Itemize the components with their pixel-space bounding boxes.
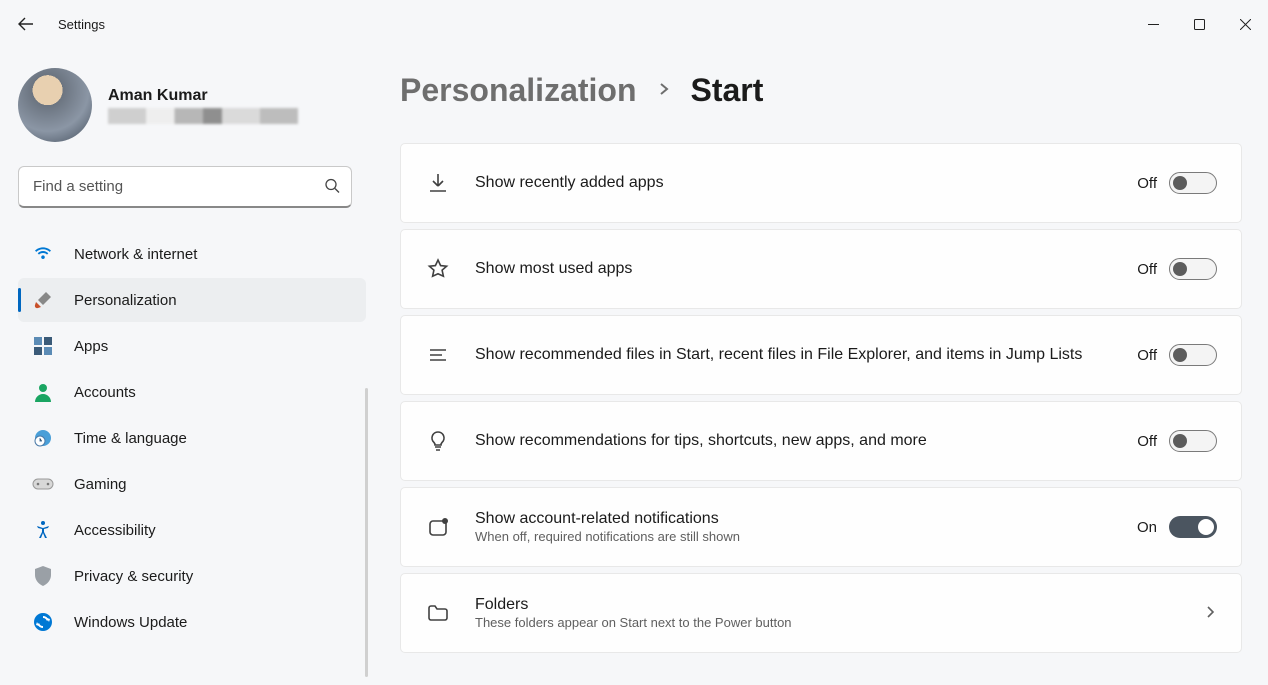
nav-label: Time & language xyxy=(74,430,187,447)
nav-label: Network & internet xyxy=(74,246,197,263)
setting-recently-added-apps[interactable]: Show recently added apps Off xyxy=(400,143,1242,223)
apps-icon xyxy=(32,335,54,357)
setting-title: Folders xyxy=(475,596,1179,614)
nav-label: Gaming xyxy=(74,476,127,493)
toggle-state: Off xyxy=(1137,261,1157,278)
setting-folders[interactable]: Folders These folders appear on Start ne… xyxy=(400,573,1242,653)
nav-label: Accounts xyxy=(74,384,136,401)
clock-globe-icon xyxy=(32,427,54,449)
toggle-state: Off xyxy=(1137,175,1157,192)
maximize-icon xyxy=(1194,19,1205,30)
nav-accessibility[interactable]: Accessibility xyxy=(18,508,366,552)
notification-badge-icon xyxy=(425,514,451,540)
sidebar-scrollbar[interactable] xyxy=(365,388,368,677)
window-controls xyxy=(1130,8,1268,40)
wifi-icon xyxy=(32,243,54,265)
toggle-switch[interactable] xyxy=(1169,258,1217,280)
person-icon xyxy=(32,381,54,403)
nav-personalization[interactable]: Personalization xyxy=(18,278,366,322)
nav-time-language[interactable]: Time & language xyxy=(18,416,366,460)
app-title: Settings xyxy=(58,17,105,32)
search-input[interactable] xyxy=(18,166,352,208)
breadcrumb-parent[interactable]: Personalization xyxy=(400,72,637,109)
nav-label: Personalization xyxy=(74,292,177,309)
minimize-icon xyxy=(1148,19,1159,30)
sidebar: Aman Kumar Network & internet Persona xyxy=(0,48,370,685)
breadcrumb-current: Start xyxy=(691,72,764,109)
shield-icon xyxy=(32,565,54,587)
toggle-state: Off xyxy=(1137,347,1157,364)
avatar xyxy=(18,68,92,142)
setting-most-used-apps[interactable]: Show most used apps Off xyxy=(400,229,1242,309)
nav-gaming[interactable]: Gaming xyxy=(18,462,366,506)
nav-label: Accessibility xyxy=(74,522,156,539)
gamepad-icon xyxy=(32,473,54,495)
update-icon xyxy=(32,611,54,633)
nav-accounts[interactable]: Accounts xyxy=(18,370,366,414)
toggle-state: Off xyxy=(1137,433,1157,450)
star-icon xyxy=(425,256,451,282)
toggle-switch[interactable] xyxy=(1169,172,1217,194)
nav-apps[interactable]: Apps xyxy=(18,324,366,368)
nav-privacy-security[interactable]: Privacy & security xyxy=(18,554,366,598)
profile-block[interactable]: Aman Kumar xyxy=(18,68,370,142)
close-button[interactable] xyxy=(1222,8,1268,40)
chevron-right-icon xyxy=(1203,605,1217,622)
lightbulb-icon xyxy=(425,428,451,454)
back-arrow-icon xyxy=(17,15,35,33)
setting-subtitle: When off, required notifications are sti… xyxy=(475,529,1113,544)
setting-subtitle: These folders appear on Start next to th… xyxy=(475,615,1179,630)
profile-email-redacted xyxy=(108,108,298,124)
profile-name: Aman Kumar xyxy=(108,87,298,105)
download-icon xyxy=(425,170,451,196)
accessibility-icon xyxy=(32,519,54,541)
nav-label: Apps xyxy=(74,338,108,355)
nav-label: Privacy & security xyxy=(74,568,193,585)
content-area: Personalization Start Show recently adde… xyxy=(370,48,1268,685)
paintbrush-icon xyxy=(32,289,54,311)
setting-title: Show account-related notifications xyxy=(475,510,1113,528)
nav-windows-update[interactable]: Windows Update xyxy=(18,600,366,644)
setting-title: Show recommendations for tips, shortcuts… xyxy=(475,432,1113,450)
breadcrumb: Personalization Start xyxy=(400,72,1242,109)
search-icon xyxy=(324,178,340,197)
setting-title: Show recently added apps xyxy=(475,174,1113,192)
setting-recommended-files[interactable]: Show recommended files in Start, recent … xyxy=(400,315,1242,395)
setting-account-notifications[interactable]: Show account-related notifications When … xyxy=(400,487,1242,567)
titlebar: Settings xyxy=(0,0,1268,48)
setting-title: Show most used apps xyxy=(475,260,1113,278)
setting-recommendations-tips[interactable]: Show recommendations for tips, shortcuts… xyxy=(400,401,1242,481)
chevron-right-icon xyxy=(657,82,671,99)
folder-icon xyxy=(425,600,451,626)
setting-title: Show recommended files in Start, recent … xyxy=(475,346,1113,364)
back-button[interactable] xyxy=(4,2,48,46)
minimize-button[interactable] xyxy=(1130,8,1176,40)
toggle-switch[interactable] xyxy=(1169,344,1217,366)
nav-network-internet[interactable]: Network & internet xyxy=(18,232,366,276)
toggle-switch[interactable] xyxy=(1169,430,1217,452)
nav-label: Windows Update xyxy=(74,614,187,631)
toggle-switch[interactable] xyxy=(1169,516,1217,538)
search-wrap xyxy=(18,166,352,208)
nav-list: Network & internet Personalization Apps … xyxy=(18,232,370,644)
maximize-button[interactable] xyxy=(1176,8,1222,40)
list-icon xyxy=(425,342,451,368)
close-icon xyxy=(1240,19,1251,30)
toggle-state: On xyxy=(1137,519,1157,536)
